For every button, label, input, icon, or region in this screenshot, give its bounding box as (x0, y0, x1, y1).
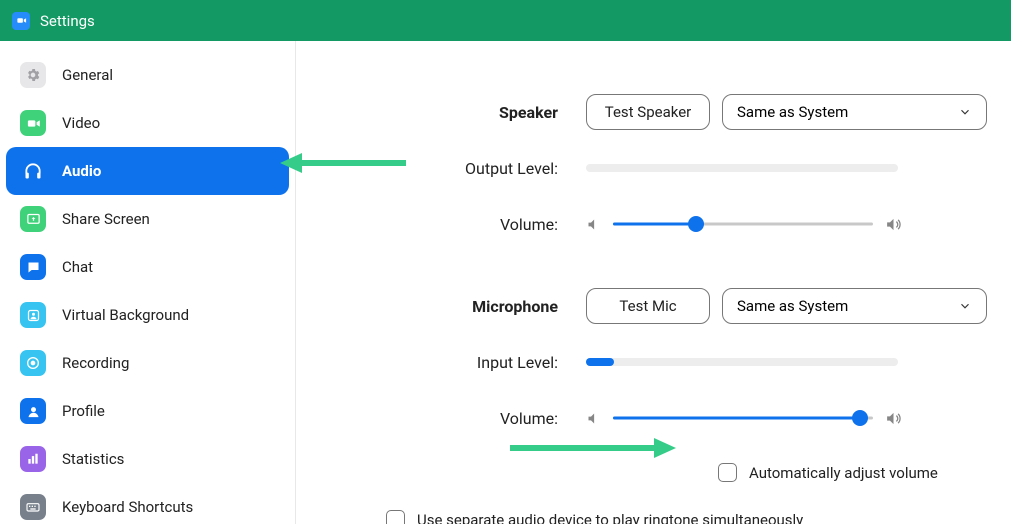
volume-high-icon (885, 216, 902, 233)
sidebar-item-general[interactable]: General (6, 51, 289, 99)
mic-device-value: Same as System (737, 297, 848, 315)
auto-adjust-volume-checkbox[interactable] (718, 463, 737, 482)
sidebar-item-label: Audio (62, 162, 101, 180)
profile-icon (20, 398, 46, 424)
window-title: Settings (40, 12, 95, 30)
gear-icon (20, 62, 46, 88)
volume-low-icon (586, 411, 601, 426)
sidebar-item-recording[interactable]: Recording (6, 339, 289, 387)
sidebar-item-label: Virtual Background (62, 306, 189, 324)
video-icon (20, 110, 46, 136)
titlebar: Settings (0, 0, 1011, 41)
test-mic-button[interactable]: Test Mic (586, 288, 710, 324)
statistics-icon (20, 446, 46, 472)
sidebar-item-video[interactable]: Video (6, 99, 289, 147)
auto-adjust-volume-label: Automatically adjust volume (749, 464, 938, 482)
recording-icon (20, 350, 46, 376)
mic-device-select[interactable]: Same as System (722, 288, 987, 324)
speaker-volume-label: Volume: (386, 215, 586, 234)
microphone-section-label: Microphone (386, 297, 586, 316)
sidebar-item-share-screen[interactable]: Share Screen (6, 195, 289, 243)
sidebar-item-profile[interactable]: Profile (6, 387, 289, 435)
sidebar-item-label: Keyboard Shortcuts (62, 498, 193, 516)
app-icon (12, 12, 30, 30)
sidebar-item-chat[interactable]: Chat (6, 243, 289, 291)
sidebar-item-label: Recording (62, 354, 129, 372)
input-level-meter (586, 358, 898, 366)
virtual-background-icon (20, 302, 46, 328)
sidebar-item-label: Share Screen (62, 210, 150, 228)
chevron-down-icon (958, 105, 972, 119)
headphones-icon (20, 158, 46, 184)
separate-ringtone-label: Use separate audio device to play ringto… (417, 511, 803, 525)
speaker-section-label: Speaker (386, 103, 586, 122)
volume-high-icon (885, 410, 902, 427)
sidebar-item-label: Profile (62, 402, 105, 420)
test-speaker-button[interactable]: Test Speaker (586, 94, 710, 130)
chevron-down-icon (958, 299, 972, 313)
sidebar-item-statistics[interactable]: Statistics (6, 435, 289, 483)
sidebar-item-label: General (62, 66, 113, 84)
sidebar-item-audio[interactable]: Audio (6, 147, 289, 195)
content: Speaker Test Speaker Same as System Outp… (296, 41, 1011, 524)
output-level-label: Output Level: (386, 159, 586, 178)
sidebar-item-virtual-background[interactable]: Virtual Background (6, 291, 289, 339)
speaker-device-value: Same as System (737, 103, 848, 121)
sidebar-item-label: Video (62, 114, 100, 132)
sidebar-item-label: Chat (62, 258, 93, 276)
sidebar-item-label: Statistics (62, 450, 124, 468)
sidebar: General Video Audio Share Screen Chat (0, 41, 296, 524)
mic-volume-label: Volume: (386, 409, 586, 428)
speaker-volume-slider[interactable] (613, 215, 873, 233)
share-screen-icon (20, 206, 46, 232)
chat-icon (20, 254, 46, 280)
volume-low-icon (586, 217, 601, 232)
separate-ringtone-checkbox[interactable] (386, 510, 405, 524)
keyboard-icon (20, 494, 46, 520)
input-level-label: Input Level: (386, 353, 586, 372)
mic-volume-slider[interactable] (613, 409, 873, 427)
output-level-meter (586, 164, 898, 172)
speaker-device-select[interactable]: Same as System (722, 94, 987, 130)
